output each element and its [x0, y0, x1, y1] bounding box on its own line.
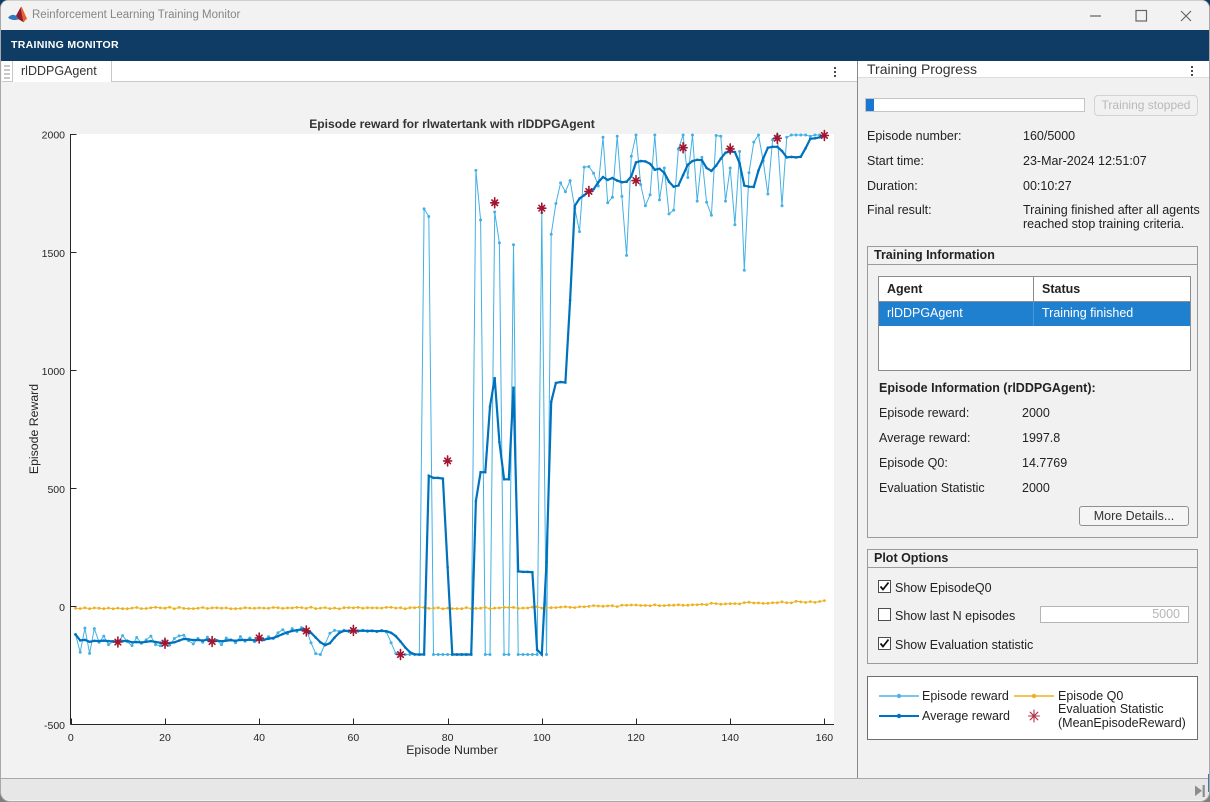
svg-text:60: 60 [348, 732, 360, 744]
svg-text:0: 0 [59, 602, 65, 614]
svg-text:1500: 1500 [42, 248, 66, 260]
svg-text:20: 20 [159, 732, 171, 744]
svg-text:40: 40 [253, 732, 265, 744]
svg-text:120: 120 [627, 732, 645, 744]
svg-text:0: 0 [68, 732, 74, 744]
svg-text:500: 500 [47, 484, 65, 496]
svg-text:Episode Reward: Episode Reward [27, 384, 41, 474]
svg-text:Episode Number: Episode Number [406, 743, 498, 757]
svg-text:-500: -500 [44, 720, 65, 732]
svg-text:1000: 1000 [42, 366, 66, 378]
svg-text:140: 140 [721, 732, 739, 744]
svg-text:Episode reward for rlwatertank: Episode reward for rlwatertank with rlDD… [309, 117, 595, 131]
svg-text:160: 160 [816, 732, 834, 744]
svg-text:100: 100 [533, 732, 551, 744]
svg-text:2000: 2000 [42, 130, 66, 142]
